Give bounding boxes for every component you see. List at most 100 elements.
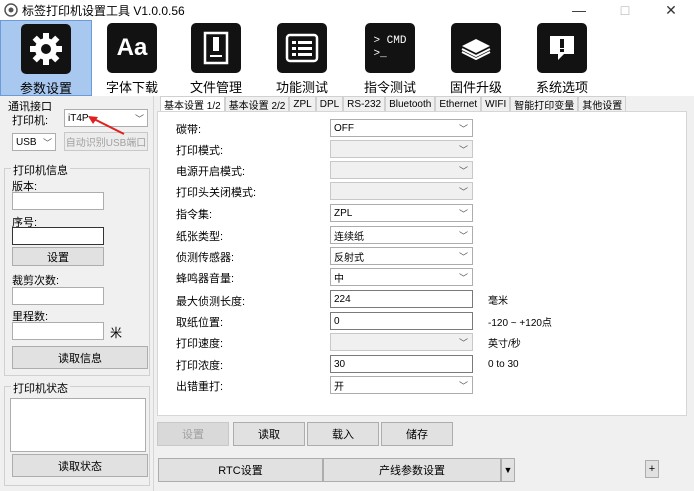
file-icon — [191, 23, 241, 73]
max-detect-length-unit: 毫米 — [488, 296, 508, 307]
print-density-label: 打印浓度: — [176, 360, 224, 372]
chevron-down-icon: ﹀ — [458, 209, 468, 219]
print-density-input[interactable]: 30 — [330, 355, 473, 373]
sensor-select[interactable]: 反射式 ﹀ — [330, 247, 473, 265]
production-params-dropdown[interactable]: ▼ — [501, 458, 515, 482]
settings-form: 碳带: OFF ﹀ 打印模式: ﹀ 电源开启模式: ﹀ 打印头关闭模式: ﹀ 指令… — [157, 111, 687, 416]
tool-function-test[interactable]: 功能测试 — [256, 20, 348, 96]
list-icon — [277, 23, 327, 73]
ribbon-label: 碳带: — [176, 124, 202, 136]
cut-count-field[interactable] — [12, 287, 104, 305]
port-select[interactable]: USB ﹀ — [12, 133, 56, 151]
tab-zpl[interactable]: ZPL — [289, 96, 316, 111]
power-on-mode-label: 电源开启模式: — [176, 166, 246, 178]
chevron-down-icon: ﹀ — [458, 273, 468, 283]
tool-firmware-upgrade[interactable]: 固件升级 — [430, 20, 522, 96]
print-speed-unit: 英寸/秒 — [488, 339, 521, 350]
print-speed-select[interactable]: ﹀ — [330, 333, 473, 351]
tab-bluetooth[interactable]: Bluetooth — [385, 96, 436, 111]
rtc-settings-button[interactable]: RTC设置 — [158, 458, 323, 482]
tear-position-range: -120 ~ +120点 — [488, 318, 552, 329]
select-value: 中 — [334, 273, 344, 285]
version-field[interactable] — [12, 192, 104, 210]
close-button[interactable]: ✕ — [648, 0, 694, 20]
settings-tabs: 基本设置 1/2 基本设置 2/2 ZPL DPL RS-232 Bluetoo… — [160, 96, 627, 112]
tab-basic-2[interactable]: 基本设置 2/2 — [224, 96, 290, 112]
main-toolbar: 参数设置 Aa 字体下载 文件管理 功能测试 > CMD >_ 指令测试 固件升… — [0, 20, 694, 96]
tab-ethernet[interactable]: Ethernet — [435, 96, 482, 111]
tab-basic-1[interactable]: 基本设置 1/2 — [160, 96, 225, 112]
error-reprint-label: 出错重打: — [176, 381, 224, 393]
printer-info-title: 打印机信息 — [11, 162, 70, 178]
mileage-unit: 米 — [110, 326, 123, 340]
expand-plus-button[interactable]: + — [645, 460, 659, 478]
print-mode-label: 打印模式: — [176, 145, 224, 157]
read-button[interactable]: 读取 — [233, 422, 305, 446]
tool-label: 系统选项 — [535, 80, 588, 95]
tab-dpl[interactable]: DPL — [315, 96, 344, 111]
cut-count-label: 裁剪次数: — [12, 275, 60, 287]
print-speed-label: 打印速度: — [176, 338, 224, 350]
status-display — [10, 398, 146, 452]
chevron-down-icon: ﹀ — [458, 145, 468, 155]
tool-command-test[interactable]: > CMD >_ 指令测试 — [344, 20, 436, 96]
tool-label: 文件管理 — [189, 80, 242, 95]
caret-down-icon: ▼ — [503, 465, 513, 475]
chevron-down-icon: ﹀ — [458, 124, 468, 134]
tool-font-download[interactable]: Aa 字体下载 — [86, 20, 178, 96]
command-set-label: 指令集: — [176, 209, 213, 221]
sensor-label: 侦测传感器: — [176, 252, 235, 264]
tab-smart-print-vars[interactable]: 智能打印变量 — [510, 96, 579, 112]
paper-type-select[interactable]: 连续纸 ﹀ — [330, 226, 473, 244]
tool-label: 字体下载 — [105, 80, 158, 95]
tab-wifi[interactable]: WIFI — [481, 96, 511, 111]
tool-param-settings[interactable]: 参数设置 — [0, 20, 92, 96]
chip-icon — [451, 23, 501, 73]
set-button[interactable]: 设置 — [157, 422, 229, 446]
gear-icon — [21, 24, 71, 74]
paper-type-label: 纸张类型: — [176, 231, 224, 243]
print-mode-select[interactable]: ﹀ — [330, 140, 473, 158]
head-close-mode-label: 打印头关闭模式: — [176, 187, 257, 199]
cmd-icon: > CMD >_ — [365, 23, 415, 73]
read-info-button[interactable]: 读取信息 — [12, 346, 148, 369]
left-panel: 通讯接口 打印机: iT4P ﹀ USB ﹀ 自动识别USB端口 打印机信息 版… — [0, 96, 154, 491]
save-button[interactable]: 储存 — [381, 422, 453, 446]
error-reprint-select[interactable]: 开 ﹀ — [330, 376, 473, 394]
power-on-mode-select[interactable]: ﹀ — [330, 161, 473, 179]
select-value: 开 — [334, 381, 344, 393]
tool-label: 参数设置 — [19, 81, 72, 96]
chevron-down-icon: ﹀ — [458, 338, 468, 348]
chevron-down-icon: ﹀ — [458, 252, 468, 262]
ribbon-select[interactable]: OFF ﹀ — [330, 119, 473, 137]
head-close-mode-select[interactable]: ﹀ — [330, 182, 473, 200]
tear-position-label: 取纸位置: — [176, 317, 224, 329]
tool-label: 功能测试 — [275, 80, 328, 95]
chevron-down-icon: ﹀ — [42, 138, 52, 148]
serial-field[interactable] — [12, 227, 104, 245]
max-detect-length-input[interactable]: 224 — [330, 290, 473, 308]
production-params-button[interactable]: 产线参数设置 — [323, 458, 501, 482]
mileage-field[interactable] — [12, 322, 104, 340]
print-density-range: 0 to 30 — [488, 359, 519, 370]
load-button[interactable]: 载入 — [307, 422, 379, 446]
alert-icon — [537, 23, 587, 73]
tab-rs232[interactable]: RS-232 — [343, 96, 386, 111]
buzzer-volume-select[interactable]: 中 ﹀ — [330, 268, 473, 286]
read-status-button[interactable]: 读取状态 — [12, 454, 148, 477]
chevron-down-icon: ﹀ — [134, 114, 144, 124]
tool-file-management[interactable]: 文件管理 — [170, 20, 262, 96]
command-set-select[interactable]: ZPL ﹀ — [330, 204, 473, 222]
set-serial-button[interactable]: 设置 — [12, 247, 104, 266]
tool-label: 指令测试 — [363, 80, 416, 95]
minimize-button[interactable]: — — [556, 0, 602, 20]
font-icon: Aa — [107, 23, 157, 73]
printer-label: 打印机: — [12, 115, 49, 127]
window-title: 标签打印机设置工具 V1.0.0.56 — [22, 3, 185, 18]
tool-system-options[interactable]: 系统选项 — [516, 20, 608, 96]
tab-other-settings[interactable]: 其他设置 — [578, 96, 627, 112]
max-detect-length-label: 最大侦测长度: — [176, 296, 246, 308]
maximize-button[interactable]: □ — [602, 0, 648, 20]
tear-position-input[interactable]: 0 — [330, 312, 473, 330]
printer-status-title: 打印机状态 — [11, 380, 70, 396]
